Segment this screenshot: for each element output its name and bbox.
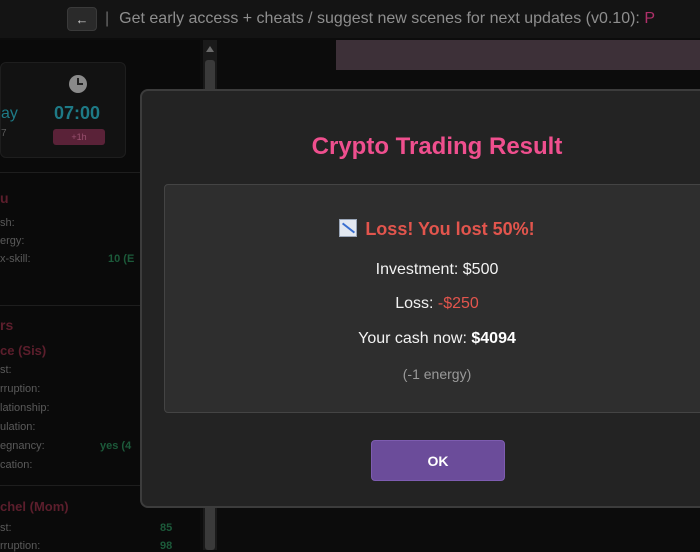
day-label: ay [1,105,18,122]
ok-button[interactable]: OK [371,440,505,481]
you-section-title: u [0,190,9,206]
stat-label: st: [0,522,12,534]
stat-label: egnancy: [0,440,45,452]
loss-line: Loss: -$250 [165,295,700,313]
stat-label: x-skill: [0,253,31,265]
characters-section-title: rs [0,317,14,333]
stat-value: 10 (E [108,253,135,265]
cash-line: Your cash now: $4094 [165,330,700,348]
chart-decreasing-icon [339,219,358,237]
early-access-highlight: P [644,10,655,27]
loss-heading: Loss! You lost 50%! [165,219,700,240]
loss-value: -$250 [437,295,479,312]
back-button[interactable]: ← [67,7,97,31]
stat-label: rruption: [0,540,41,552]
loss-heading-text: Loss! You lost 50%! [365,219,535,239]
clock-icon [69,75,87,93]
result-box: Loss! You lost 50%! Investment: $500 Los… [164,184,700,413]
early-access-link[interactable]: Get early access + cheats / suggest new … [119,10,655,28]
cash-value: $4094 [471,330,516,347]
energy-note: (-1 energy) [402,366,472,382]
stat-label: ergy: [0,235,25,247]
character-name-sis[interactable]: ce (Sis) [0,343,46,358]
skip-time-button[interactable]: +1h [53,129,105,145]
day-sub: 7 [1,128,7,139]
stat-value: yes (4 [100,440,132,452]
crypto-result-modal: Crypto Trading Result Loss! You lost 50%… [140,89,700,508]
early-access-text: Get early access + cheats / suggest new … [119,10,645,27]
stat-label: sh: [0,217,15,229]
stat-value: 85 [160,522,173,534]
investment-value: $500 [462,261,499,278]
cash-label: Your cash now: [358,330,472,347]
stat-label: cation: [0,459,33,471]
top-bar: ← | Get early access + cheats / suggest … [0,0,700,38]
stat-label: ulation: [0,421,36,433]
top-bar-separator: | [105,10,110,27]
time-card: ay 7 07:00 +1h [0,62,126,158]
stat-label: rruption: [0,383,41,395]
modal-title: Crypto Trading Result [311,133,563,160]
stat-label: lationship: [0,402,50,414]
scene-image [336,40,700,70]
investment-line: Investment: $500 [165,261,700,279]
investment-label: Investment: [375,261,463,278]
clock-time: 07:00 [54,103,101,123]
stat-value: 98 [160,540,173,552]
scroll-up-icon[interactable] [206,46,214,52]
character-name-mom[interactable]: chel (Mom) [0,499,69,514]
stat-label: st: [0,364,12,376]
loss-label: Loss: [395,295,438,312]
